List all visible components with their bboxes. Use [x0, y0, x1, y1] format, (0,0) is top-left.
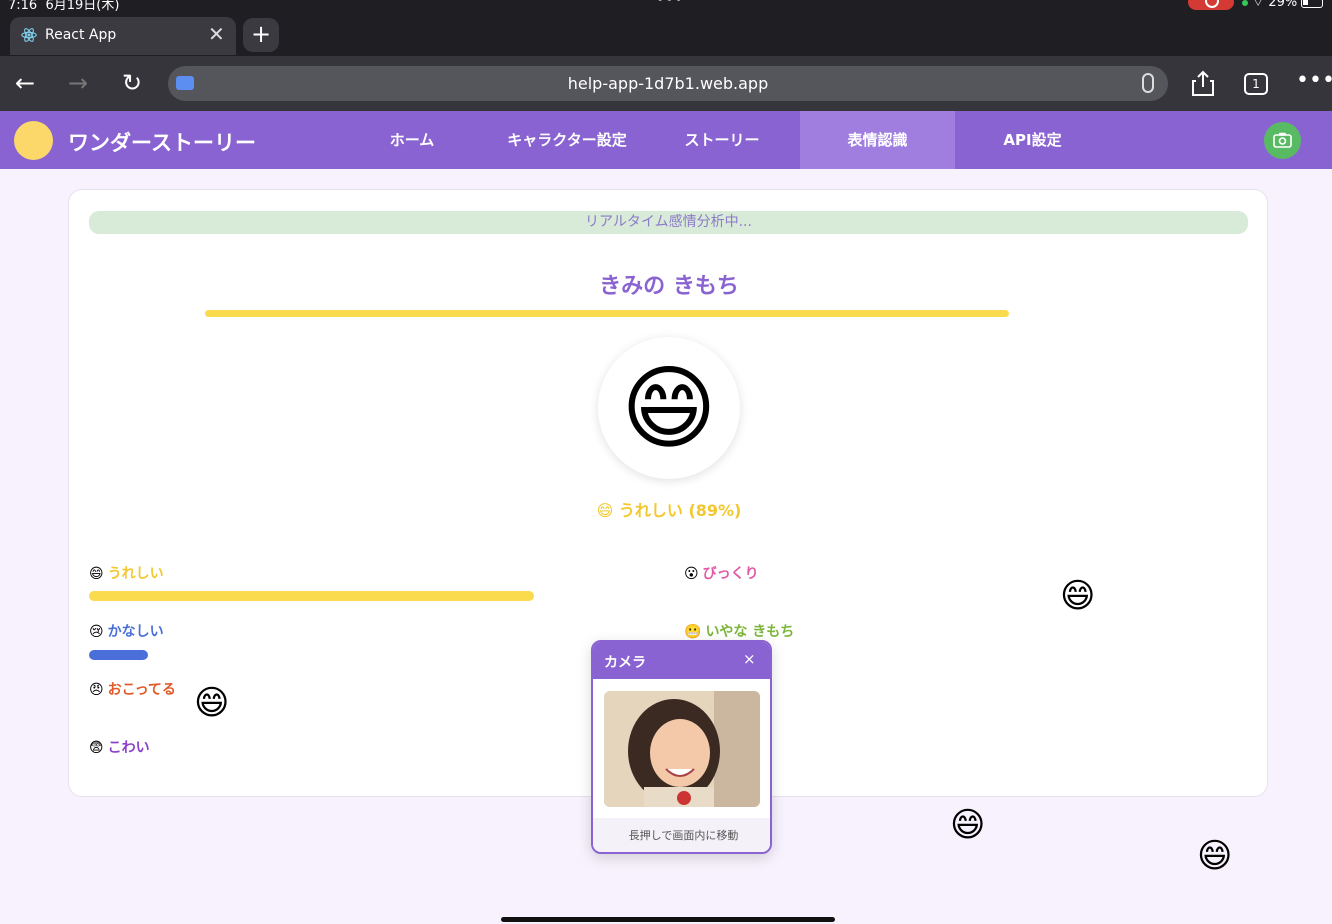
- emotion-happy: 😄 うれしい: [89, 563, 164, 583]
- browser-toolbar: ← → ↻ help-app-1d7b1.web.app 1 •••: [0, 56, 1332, 111]
- camera-popup-header[interactable]: カメラ ×: [593, 642, 770, 679]
- app-title: ワンダーストーリー: [68, 131, 256, 155]
- emotion-angry-icon: 😠: [89, 682, 104, 698]
- status-indicators: ⌔ 29%: [1242, 0, 1324, 10]
- nav-story[interactable]: ストーリー: [662, 111, 782, 169]
- camera-popup[interactable]: カメラ × 長押しで画面内に移動: [591, 640, 772, 854]
- address-bar[interactable]: help-app-1d7b1.web.app: [168, 66, 1168, 101]
- emotion-sad-label: かなしい: [107, 624, 164, 640]
- emotion-happy-label: うれしい: [107, 566, 164, 582]
- camera-preview: [604, 691, 760, 807]
- nav-expression-recognition[interactable]: 表情認識: [800, 111, 955, 169]
- home-indicator[interactable]: [501, 917, 835, 922]
- tabs-count-button[interactable]: 1: [1244, 73, 1268, 95]
- tab-title: React App: [45, 27, 117, 43]
- status-time: 7:16 6月19日(木): [8, 0, 120, 13]
- camera-popup-title: カメラ: [604, 655, 646, 671]
- emotion-sad-bar: [89, 650, 148, 660]
- back-icon[interactable]: ←: [10, 68, 40, 98]
- emotion-disgust: 😬 いやな きもち: [684, 621, 794, 641]
- emotion-scared: 😨 こわい: [89, 737, 150, 757]
- url-text: help-app-1d7b1.web.app: [567, 74, 769, 93]
- title-underline-bar: [205, 310, 1009, 317]
- reload-icon[interactable]: ↻: [117, 68, 147, 98]
- emotion-surprised-label: びっくり: [702, 566, 759, 582]
- emotion-sad: 😢 かなしい: [89, 621, 164, 641]
- main-emotion-circle: 😄: [598, 337, 740, 479]
- battery-percent: 29%: [1268, 0, 1298, 10]
- floating-emoji: 😄: [950, 805, 986, 845]
- screen-record-icon: [1188, 0, 1234, 10]
- emotion-happy-bar: [89, 591, 534, 601]
- emotion-disgust-icon: 😬: [684, 624, 702, 640]
- microphone-icon[interactable]: [1142, 73, 1154, 93]
- share-icon[interactable]: [1190, 69, 1216, 97]
- emotion-disgust-label: いやな きもち: [705, 624, 795, 640]
- emotion-angry-label: おこってる: [107, 682, 176, 698]
- nav-api-settings[interactable]: API設定: [975, 111, 1090, 169]
- tab-close-icon[interactable]: ✕: [208, 22, 225, 46]
- forward-icon[interactable]: →: [63, 68, 93, 98]
- emotion-happy-icon: 😄: [89, 566, 104, 582]
- emotion-scared-label: こわい: [107, 740, 150, 756]
- floating-emoji: 😄: [1060, 576, 1096, 616]
- floating-emoji: 😄: [194, 683, 230, 723]
- analysis-status-banner: リアルタイム感情分析中...: [89, 211, 1248, 234]
- camera-active-icon: [1242, 0, 1248, 6]
- feeling-title: きみの きもち: [599, 274, 739, 299]
- more-menu-icon[interactable]: •••: [1296, 68, 1332, 93]
- emotion-sad-icon: 😢: [89, 624, 104, 640]
- camera-preview-image: [604, 691, 760, 807]
- wifi-icon: ⌔: [1252, 0, 1265, 10]
- battery-icon: [1301, 0, 1324, 8]
- floating-emoji: 😄: [1197, 836, 1233, 876]
- react-icon: [21, 28, 37, 42]
- camera-icon: [1273, 132, 1292, 148]
- browser-tab[interactable]: React App ✕: [10, 17, 236, 55]
- app-header: ワンダーストーリー ホーム キャラクター設定 ストーリー 表情認識 API設定: [0, 111, 1332, 169]
- app-logo: [14, 121, 53, 160]
- browser-topbar: 7:16 6月19日(木) ••• ⌔ 29% React App ✕ +: [0, 0, 1332, 56]
- camera-popup-hint: 長押しで画面内に移動: [593, 818, 770, 852]
- emotion-scared-icon: 😨: [89, 740, 104, 756]
- camera-popup-close-button[interactable]: ×: [743, 650, 756, 668]
- emotion-surprised-icon: 😮: [684, 566, 699, 582]
- emotion-surprised: 😮 びっくり: [684, 563, 759, 583]
- nav-character-settings[interactable]: キャラクター設定: [492, 111, 642, 169]
- multitask-dots-icon[interactable]: •••: [656, 0, 684, 8]
- main-emotion-label: 😄 うれしい (89%): [596, 501, 742, 520]
- camera-button[interactable]: [1264, 122, 1301, 159]
- nav-home[interactable]: ホーム: [362, 111, 462, 169]
- emotion-angry: 😠 おこってる: [89, 679, 176, 699]
- main-emotion-emoji: 😄: [621, 355, 717, 462]
- new-tab-button[interactable]: +: [243, 18, 279, 52]
